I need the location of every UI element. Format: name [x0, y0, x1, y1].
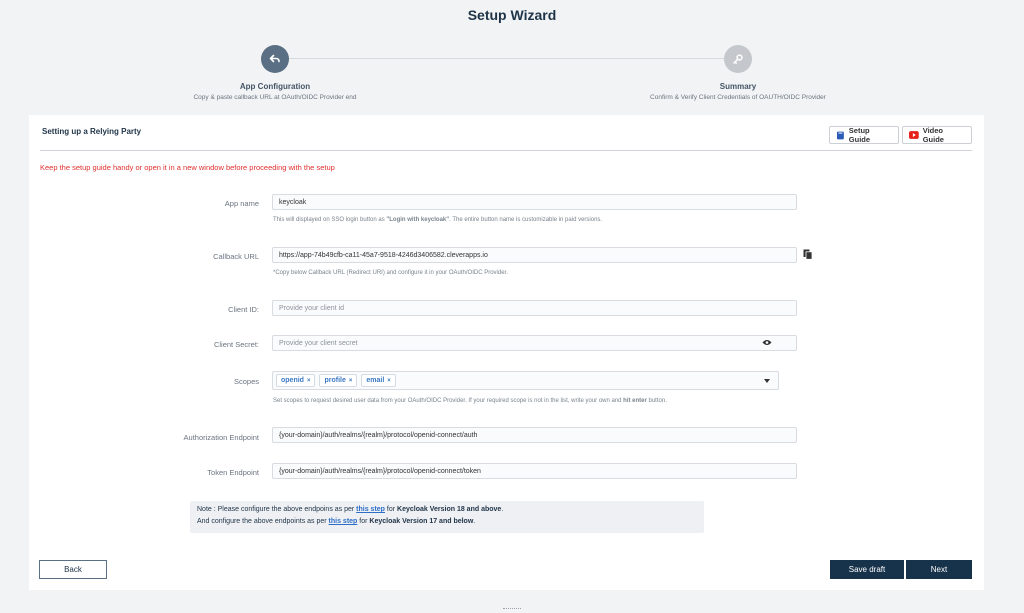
scope-chip-label: openid [281, 377, 304, 384]
scope-chip-label: profile [324, 377, 346, 384]
client-secret-input[interactable]: Provide your client secret [272, 335, 797, 351]
step-summary-title: Summary [719, 82, 757, 91]
endpoint-note: Note : Please configure the above endpoi… [190, 501, 704, 533]
scope-chip[interactable]: profile × [319, 374, 358, 387]
step-app-configuration-circle[interactable] [261, 45, 289, 73]
authorization-endpoint-input[interactable]: {your-domain}/auth/realms/{realm}/protoc… [272, 427, 797, 443]
authorization-endpoint-value: {your-domain}/auth/realms/{realm}/protoc… [279, 431, 478, 439]
card-divider [40, 150, 972, 151]
app-name-hint-bold: "Login with keycloak" [386, 217, 450, 223]
app-name-hint: This will displayed on SSO login button … [273, 217, 602, 223]
video-guide-label: Video Guide [922, 126, 944, 144]
scope-chip-remove-icon[interactable]: × [349, 378, 353, 384]
app-name-hint-suffix: . The entire button name is customizable… [449, 217, 603, 223]
note-line1-mid: for [384, 506, 398, 513]
youtube-icon [909, 131, 919, 139]
next-button[interactable]: Next [906, 560, 972, 579]
callback-url-hint: *Copy below Callback URL (Redirect URI) … [273, 270, 508, 276]
app-name-hint-prefix: This will displayed on SSO login button … [273, 217, 387, 223]
card-title: Setting up a Relying Party [42, 127, 142, 136]
token-endpoint-value: {your-domain}/auth/realms/{realm}/protoc… [279, 467, 481, 475]
scope-chip-remove-icon[interactable]: × [307, 378, 311, 384]
token-endpoint-label: Token Endpoint [207, 468, 259, 477]
step-summary-subtitle: Confirm & Verify Client Credentials of O… [650, 94, 826, 101]
callback-url-label: Callback URL [213, 252, 259, 261]
client-id-placeholder: Provide your client id [279, 304, 344, 312]
scopes-select[interactable]: openid × profile × email × [272, 371, 779, 390]
note-line1-end: . [501, 506, 504, 513]
scopes-hint-prefix: Set scopes to request desired user data … [273, 398, 624, 404]
note-line2-mid: for [357, 518, 370, 525]
scope-chip-remove-icon[interactable]: × [387, 378, 391, 384]
back-button[interactable]: Back [39, 560, 107, 579]
note-line1-prefix: Note : Please configure the above endpoi… [197, 506, 357, 513]
callback-url-input[interactable]: https://app-74b49cfb-ca11-45a7-9518-4246… [272, 247, 797, 263]
client-secret-placeholder: Provide your client secret [279, 339, 358, 347]
video-guide-button[interactable]: Video Guide [902, 126, 972, 144]
endpoint-note-line1: Note : Please configure the above endpoi… [197, 506, 503, 513]
step-summary-circle[interactable] [724, 45, 752, 73]
app-name-input[interactable]: keycloak [272, 194, 797, 210]
scopes-hint: Set scopes to request desired user data … [273, 398, 667, 404]
authorization-endpoint-label: Authorization Endpoint [183, 433, 259, 442]
note-line2-end: . [473, 518, 476, 525]
token-endpoint-input[interactable]: {your-domain}/auth/realms/{realm}/protoc… [272, 463, 797, 479]
page-title: Setup Wizard [467, 7, 557, 23]
note-line2-version: Keycloak Version 17 and below [369, 518, 474, 525]
callback-url-value: https://app-74b49cfb-ca11-45a7-9518-4246… [279, 251, 488, 259]
setup-guide-button[interactable]: Setup Guide [829, 126, 899, 144]
bottom-scroll-indicator [503, 608, 521, 612]
copy-icon[interactable] [803, 249, 813, 260]
dropdown-caret-icon[interactable] [764, 379, 770, 383]
scopes-label: Scopes [233, 377, 259, 386]
scope-chip-label: email [366, 377, 385, 384]
this-step-link-v17[interactable]: this step [329, 518, 358, 525]
app-name-value: keycloak [279, 198, 307, 206]
key-icon [733, 54, 743, 64]
step-app-configuration-title: App Configuration [239, 82, 311, 91]
client-id-label: Client ID: [228, 305, 259, 314]
stepper-line [275, 58, 738, 59]
setup-guide-label: Setup Guide [848, 126, 871, 144]
save-draft-button[interactable]: Save draft [830, 560, 904, 579]
scopes-hint-bold: hit enter [623, 398, 647, 404]
client-secret-label: Client Secret: [213, 340, 259, 349]
setup-warning: Keep the setup guide handy or open it in… [40, 163, 335, 172]
endpoint-note-line2: And configure the above endpoints as per… [197, 518, 475, 525]
step-app-configuration-subtitle: Copy & paste callback URL at OAuth/OIDC … [193, 94, 357, 101]
app-name-label: App name [224, 199, 259, 208]
client-id-input[interactable]: Provide your client id [272, 300, 797, 316]
eye-icon[interactable] [762, 339, 772, 346]
note-line1-version: Keycloak Version 18 and above [397, 506, 502, 513]
scope-chip[interactable]: openid × [276, 374, 316, 387]
undo-arrow-icon [269, 54, 280, 63]
scopes-hint-suffix: button. [646, 398, 667, 404]
this-step-link-v18[interactable]: this step [356, 506, 385, 513]
book-icon [836, 131, 844, 139]
note-line2-prefix: And configure the above endpoints as per [197, 518, 329, 525]
scope-chip[interactable]: email × [361, 374, 396, 387]
setup-card: Setting up a Relying Party Setup Guide V… [29, 115, 984, 590]
